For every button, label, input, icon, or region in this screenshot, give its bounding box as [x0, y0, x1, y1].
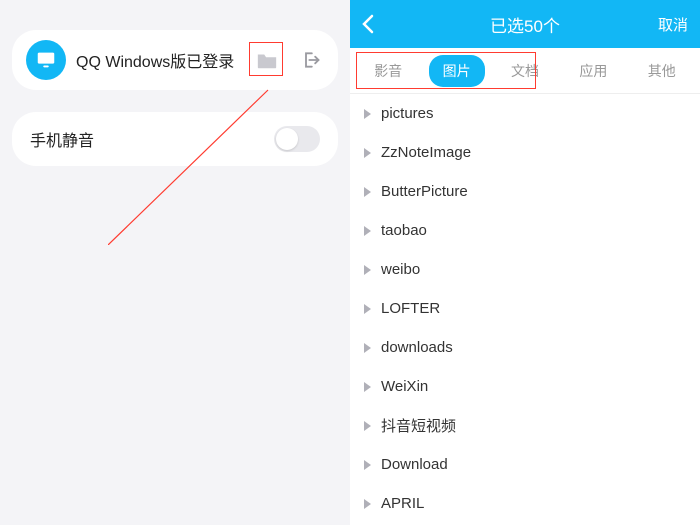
tab-docs[interactable]: 文档 [497, 55, 553, 87]
list-item[interactable]: APRIL [350, 484, 700, 523]
tab-apps[interactable]: 应用 [565, 55, 621, 87]
chevron-right-icon [364, 499, 371, 509]
list-item[interactable]: taobao [350, 211, 700, 250]
folder-name: weibo [381, 261, 420, 278]
list-item[interactable]: 抖音短视频 [350, 406, 700, 445]
chevron-right-icon [364, 343, 371, 353]
file-picker-panel: 已选50个 取消 影音 图片 文档 应用 其他 pictures ZzNoteI… [350, 0, 700, 525]
settings-panel: QQ Windows版已登录 手机静音 [0, 0, 350, 525]
list-item[interactable]: WeiXin [350, 367, 700, 406]
tab-media[interactable]: 影音 [360, 55, 416, 87]
chevron-right-icon [364, 304, 371, 314]
back-button[interactable] [362, 14, 392, 34]
chevron-right-icon [364, 421, 371, 431]
list-item[interactable]: downloads [350, 328, 700, 367]
folder-name: downloads [381, 339, 453, 356]
list-item[interactable]: weibo [350, 250, 700, 289]
folder-name: 抖音短视频 [381, 415, 456, 436]
cancel-button[interactable]: 取消 [658, 14, 688, 35]
chevron-right-icon [364, 187, 371, 197]
phone-mute-label: 手机静音 [30, 127, 94, 151]
folder-name: WeiXin [381, 378, 428, 395]
login-status-text: QQ Windows版已登录 [76, 48, 242, 72]
chevron-right-icon [364, 109, 371, 119]
header-bar: 已选50个 取消 [350, 0, 700, 48]
folder-name: ZzNoteImage [381, 144, 471, 161]
list-item[interactable]: LOFTER [350, 289, 700, 328]
chevron-right-icon [364, 265, 371, 275]
login-status-card: QQ Windows版已登录 [12, 30, 338, 90]
header-title: 已选50个 [350, 12, 700, 37]
folder-name: APRIL [381, 495, 424, 512]
annotation-box [249, 42, 283, 76]
folder-name: pictures [381, 105, 434, 122]
folder-name: Download [381, 456, 448, 473]
chevron-right-icon [364, 226, 371, 236]
logout-button[interactable] [298, 47, 324, 73]
folder-list: pictures ZzNoteImage ButterPicture taoba… [350, 94, 700, 525]
file-transfer-button[interactable] [252, 45, 282, 75]
list-item[interactable]: ButterPicture [350, 172, 700, 211]
monitor-icon [26, 40, 66, 80]
phone-mute-card: 手机静音 [12, 112, 338, 166]
chevron-right-icon [364, 382, 371, 392]
category-tabs: 影音 图片 文档 应用 其他 [350, 48, 700, 94]
chevron-right-icon [364, 460, 371, 470]
folder-name: LOFTER [381, 300, 440, 317]
tab-other[interactable]: 其他 [634, 55, 690, 87]
list-item[interactable]: Download [350, 445, 700, 484]
folder-name: taobao [381, 222, 427, 239]
list-item[interactable]: pictures [350, 94, 700, 133]
chevron-right-icon [364, 148, 371, 158]
tab-pictures[interactable]: 图片 [429, 55, 485, 87]
folder-name: ButterPicture [381, 183, 468, 200]
list-item[interactable]: ZzNoteImage [350, 133, 700, 172]
phone-mute-toggle[interactable] [274, 126, 320, 152]
